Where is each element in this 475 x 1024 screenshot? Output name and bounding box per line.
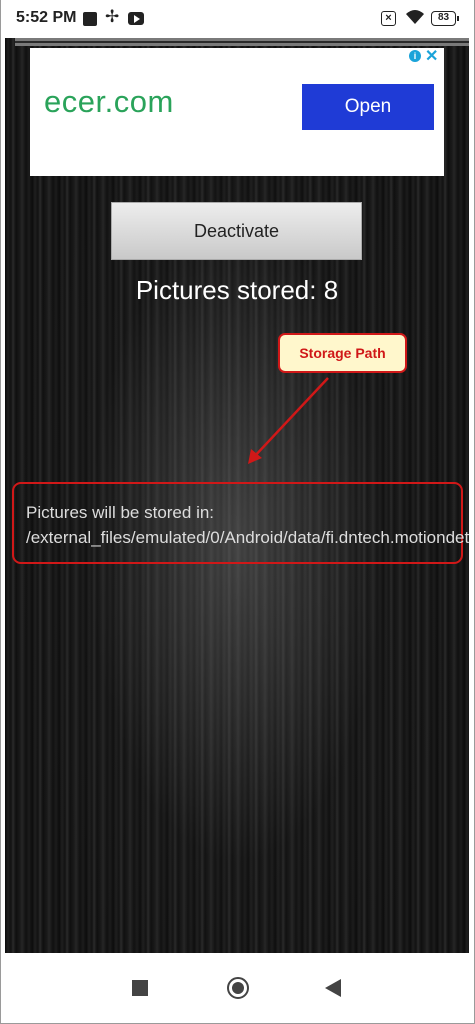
storage-path-callout: Storage Path	[278, 333, 407, 373]
navigation-bar	[1, 953, 474, 1023]
storage-path-highlight: Pictures will be stored in: /external_fi…	[12, 482, 469, 564]
home-icon[interactable]	[227, 977, 249, 999]
back-icon[interactable]	[325, 979, 341, 997]
youtube-icon	[128, 12, 144, 25]
storage-path-text: Pictures will be stored in: /external_fi…	[26, 503, 469, 547]
recent-apps-icon[interactable]	[132, 980, 148, 996]
fan-icon: ✢	[105, 7, 120, 26]
annotation-arrow-icon	[248, 377, 329, 464]
square-notification-icon	[83, 12, 97, 26]
wifi-icon	[405, 9, 425, 30]
battery-icon: 83	[431, 11, 459, 26]
app-content: ecer.com Open i ✕ Deactivate Pictures st…	[5, 38, 469, 953]
status-bar: 5:52 PM ✢ × 83	[1, 0, 474, 38]
close-box-icon: ×	[381, 11, 396, 26]
status-time: 5:52 PM	[16, 9, 77, 26]
